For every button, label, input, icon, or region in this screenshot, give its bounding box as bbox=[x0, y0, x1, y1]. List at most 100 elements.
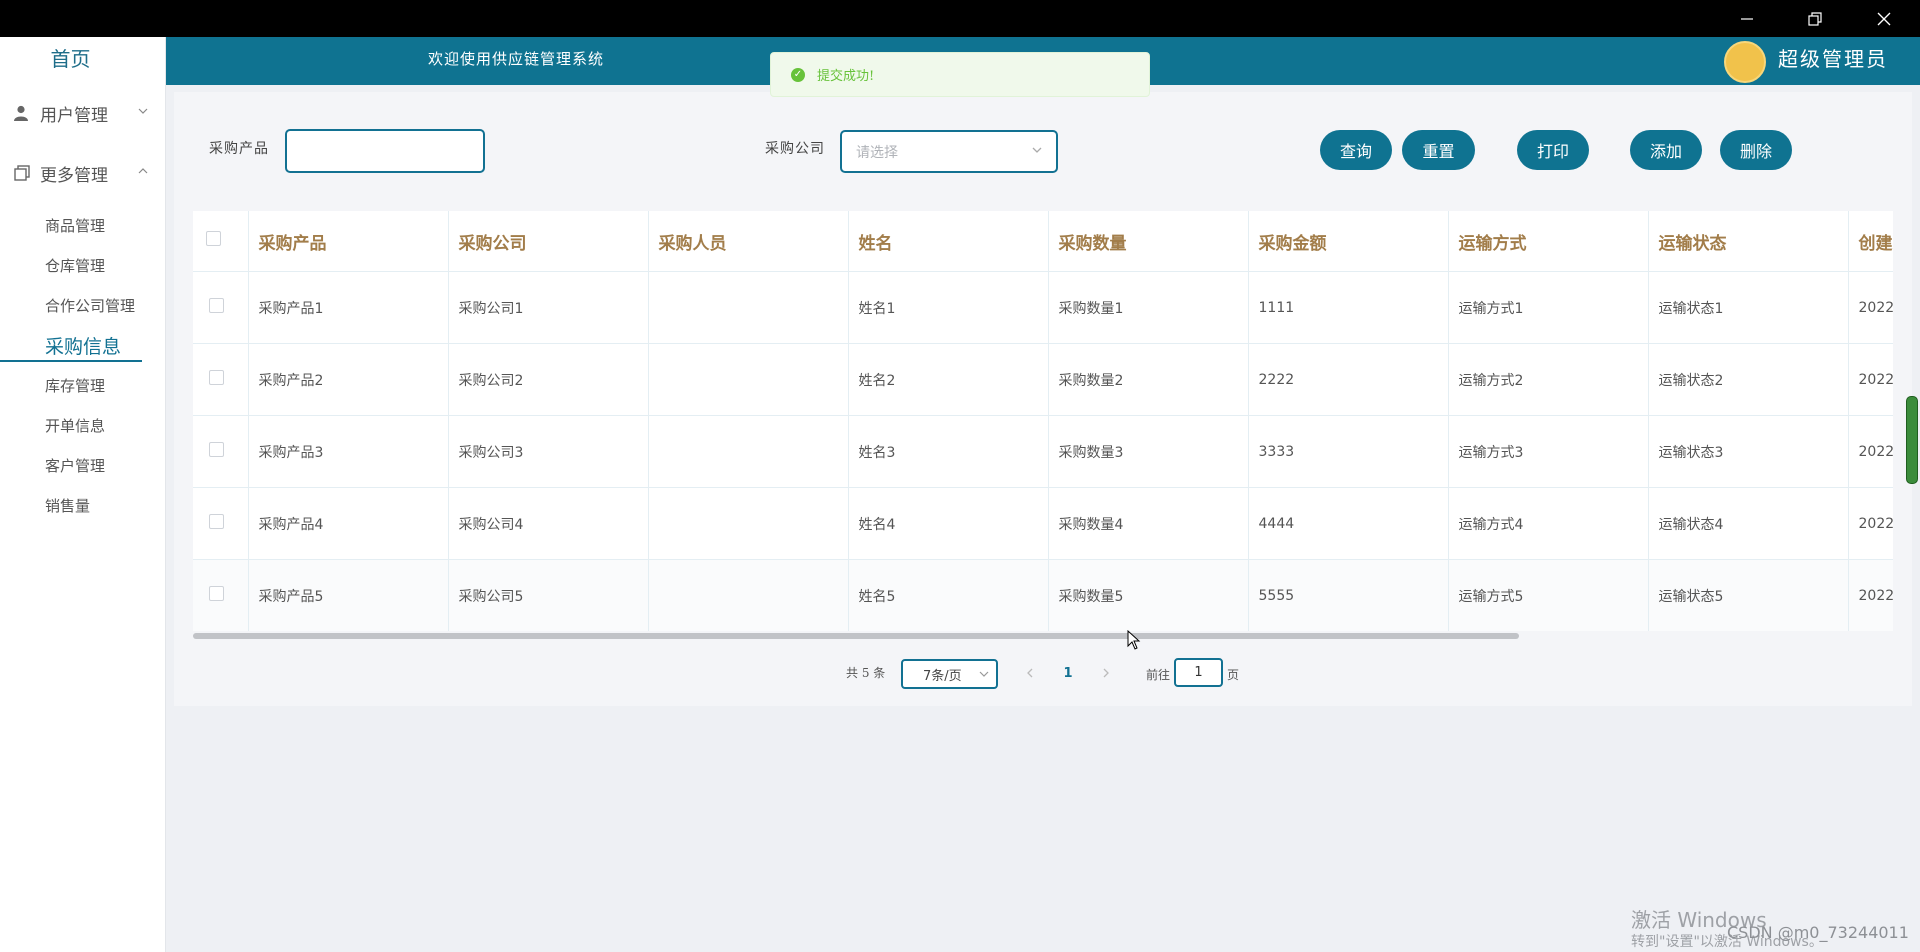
goto-label: 前往 bbox=[1146, 668, 1171, 682]
table-row[interactable]: 采购产品2 采购公司2 姓名2 采购数量2 2222 运输方式2 运输状态2 2… bbox=[193, 343, 1893, 416]
table-cell: 运输方式5 bbox=[1448, 559, 1649, 631]
mouse-cursor-icon bbox=[1127, 630, 1141, 650]
column-header[interactable]: 运输状态 bbox=[1648, 211, 1849, 272]
row-checkbox[interactable] bbox=[209, 514, 224, 529]
row-checkbox[interactable] bbox=[209, 442, 224, 457]
csdn-watermark: CSDN @m0_73244011 bbox=[1727, 923, 1909, 942]
page-size-select[interactable]: 7条/页 bbox=[901, 659, 998, 689]
table-cell: 4444 bbox=[1248, 487, 1449, 560]
sidebar-item-customer[interactable]: 客户管理 bbox=[45, 455, 105, 476]
table-cell: 运输状态4 bbox=[1648, 487, 1849, 560]
page-vertical-scrollbar[interactable] bbox=[1906, 396, 1918, 484]
sidebar-item-partner-company[interactable]: 合作公司管理 bbox=[45, 295, 135, 316]
avatar[interactable] bbox=[1724, 41, 1766, 83]
row-checkbox[interactable] bbox=[209, 586, 224, 601]
table-cell: 1111 bbox=[1248, 271, 1449, 344]
active-item-underline bbox=[0, 360, 142, 362]
table-cell: 采购公司2 bbox=[448, 343, 649, 416]
user-icon bbox=[14, 105, 32, 121]
table-cell: 2022 bbox=[1848, 271, 1893, 344]
sidebar-menu-user-management[interactable]: 用户管理 bbox=[14, 101, 149, 126]
table-cell: 采购公司3 bbox=[448, 415, 649, 488]
sidebar-item-warehouse[interactable]: 仓库管理 bbox=[45, 255, 105, 276]
page-size-value: 7条/页 bbox=[923, 668, 962, 684]
chevron-up-icon bbox=[137, 162, 149, 182]
check-circle-icon: ✓ bbox=[791, 67, 805, 82]
table-cell: 2022 bbox=[1848, 487, 1893, 560]
table-cell: 运输方式1 bbox=[1448, 271, 1649, 344]
row-checkbox-cell bbox=[193, 559, 249, 631]
table-cell: 运输状态1 bbox=[1648, 271, 1849, 344]
sidebar-item-inventory[interactable]: 库存管理 bbox=[45, 375, 105, 396]
table-row[interactable]: 采购产品4 采购公司4 姓名4 采购数量4 4444 运输方式4 运输状态4 2… bbox=[193, 487, 1893, 560]
restore-icon[interactable] bbox=[1781, 0, 1849, 37]
next-page-button[interactable] bbox=[1091, 659, 1121, 687]
table-cell: 采购公司4 bbox=[448, 487, 649, 560]
reset-button[interactable]: 重置 bbox=[1402, 130, 1475, 170]
column-header[interactable]: 采购人员 bbox=[648, 211, 849, 272]
table-cell: 采购产品5 bbox=[248, 559, 449, 631]
product-field-label: 采购产品 bbox=[209, 141, 269, 157]
table-cell: 采购产品4 bbox=[248, 487, 449, 560]
sidebar-item-sales[interactable]: 销售量 bbox=[45, 495, 90, 516]
print-button[interactable]: 打印 bbox=[1517, 130, 1589, 170]
company-field-label: 采购公司 bbox=[765, 141, 825, 157]
column-header[interactable]: 采购公司 bbox=[448, 211, 649, 272]
row-checkbox-cell bbox=[193, 487, 249, 560]
query-button[interactable]: 查询 bbox=[1320, 130, 1392, 170]
table-cell bbox=[648, 415, 849, 488]
close-icon[interactable] bbox=[1850, 0, 1918, 37]
chevron-left-icon bbox=[1027, 668, 1033, 678]
column-header[interactable]: 采购数量 bbox=[1048, 211, 1249, 272]
table-cell: 采购公司5 bbox=[448, 559, 649, 631]
row-checkbox-cell bbox=[193, 271, 249, 344]
sidebar-item-billing[interactable]: 开单信息 bbox=[45, 415, 105, 436]
table-cell: 采购数量4 bbox=[1048, 487, 1249, 560]
company-select-placeholder: 请选择 bbox=[856, 144, 898, 161]
select-all-checkbox[interactable] bbox=[206, 231, 221, 246]
column-header[interactable]: 创建 bbox=[1848, 211, 1893, 272]
product-search-input[interactable] bbox=[285, 129, 485, 173]
table-row[interactable]: 采购产品1 采购公司1 姓名1 采购数量1 1111 运输方式1 运输状态1 2… bbox=[193, 271, 1893, 344]
sidebar-item-purchase-info[interactable]: 采购信息 bbox=[45, 332, 121, 359]
delete-button[interactable]: 删除 bbox=[1720, 130, 1792, 170]
table-cell: 2022 bbox=[1848, 559, 1893, 631]
user-name[interactable]: 超级管理员 bbox=[1778, 43, 1888, 72]
table-cell: 运输状态2 bbox=[1648, 343, 1849, 416]
table-cell: 采购产品1 bbox=[248, 271, 449, 344]
column-header[interactable]: 采购产品 bbox=[248, 211, 449, 272]
table-cell: 采购数量2 bbox=[1048, 343, 1249, 416]
toast-message: 提交成功! bbox=[817, 69, 875, 84]
minimize-icon[interactable] bbox=[1713, 0, 1781, 37]
add-button[interactable]: 添加 bbox=[1630, 130, 1702, 170]
sidebar-menu-more-management[interactable]: 更多管理 bbox=[14, 161, 149, 186]
table-cell: 姓名2 bbox=[848, 343, 1049, 416]
chevron-down-icon bbox=[1030, 143, 1044, 161]
row-checkbox[interactable] bbox=[209, 298, 224, 313]
chevron-down-icon bbox=[978, 668, 990, 684]
table-cell: 采购数量5 bbox=[1048, 559, 1249, 631]
table-header-row: 采购产品 采购公司 采购人员 姓名 采购数量 采购金额 运输方式 运输状态 创建 bbox=[193, 211, 1893, 272]
table-row[interactable]: 采购产品3 采购公司3 姓名3 采购数量3 3333 运输方式3 运输状态3 2… bbox=[193, 415, 1893, 488]
row-checkbox[interactable] bbox=[209, 370, 224, 385]
table-row[interactable]: 采购产品5 采购公司5 姓名5 采购数量5 5555 运输方式5 运输状态5 2… bbox=[193, 559, 1893, 631]
column-header[interactable]: 采购金额 bbox=[1248, 211, 1449, 272]
page-number-button[interactable]: 1 bbox=[1053, 659, 1083, 687]
table-cell bbox=[648, 487, 849, 560]
table-cell bbox=[648, 559, 849, 631]
sidebar-menu-label: 更多管理 bbox=[40, 165, 108, 186]
sidebar-home-link[interactable]: 首页 bbox=[0, 43, 141, 72]
table-cell: 2222 bbox=[1248, 343, 1449, 416]
prev-page-button[interactable] bbox=[1015, 659, 1045, 687]
table-horizontal-scrollbar[interactable] bbox=[193, 633, 1519, 639]
table-cell: 采购产品2 bbox=[248, 343, 449, 416]
window-titlebar bbox=[0, 0, 1920, 37]
company-select[interactable]: 请选择 bbox=[840, 130, 1058, 173]
column-header[interactable]: 运输方式 bbox=[1448, 211, 1649, 272]
column-header[interactable]: 姓名 bbox=[848, 211, 1049, 272]
sidebar-item-goods[interactable]: 商品管理 bbox=[45, 215, 105, 236]
row-checkbox-cell bbox=[193, 415, 249, 488]
goto-page-input[interactable]: 1 bbox=[1174, 658, 1223, 687]
success-toast: ✓ 提交成功! bbox=[770, 52, 1150, 97]
data-table-container: 采购产品 采购公司 采购人员 姓名 采购数量 采购金额 运输方式 运输状态 创建… bbox=[193, 211, 1893, 631]
